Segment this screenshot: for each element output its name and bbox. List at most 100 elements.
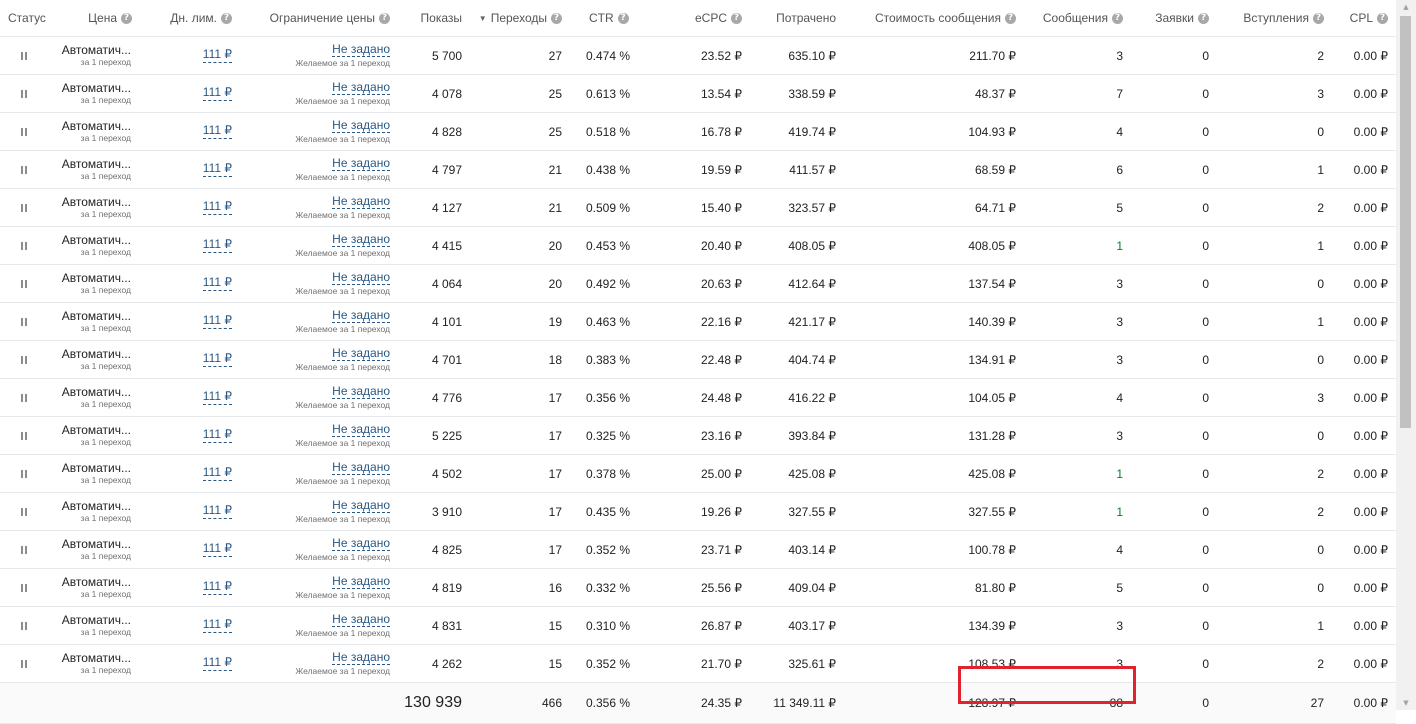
table-row[interactable]: Автоматич... за 1 переход 111 ₽ Не задано Же… (0, 455, 1396, 493)
help-icon[interactable]: ? (1198, 12, 1209, 24)
header-requests[interactable]: Заявки ? (1123, 0, 1209, 36)
daily-limit-link[interactable]: 111 ₽ (202, 428, 232, 443)
header-spent[interactable]: Потрачено (742, 0, 836, 36)
header-joins[interactable]: Вступления ? (1209, 0, 1324, 36)
daily-limit-link[interactable]: 111 ₽ (202, 124, 232, 139)
daily-limit-link[interactable]: 111 ₽ (202, 48, 232, 63)
price-limit-link[interactable]: Не задано (332, 118, 390, 134)
status-cell[interactable] (21, 37, 41, 74)
price-limit-link[interactable]: Не задано (332, 270, 390, 286)
pause-icon[interactable] (21, 317, 27, 326)
pause-icon[interactable] (21, 583, 27, 592)
header-cpl[interactable]: CPL ? (1324, 0, 1388, 36)
help-icon[interactable]: ? (731, 12, 742, 24)
help-icon[interactable]: ? (1112, 12, 1123, 24)
help-icon[interactable]: ? (379, 12, 390, 24)
header-price[interactable]: Цена ? (60, 0, 132, 36)
pause-icon[interactable] (21, 507, 27, 516)
table-row[interactable]: Автоматич... за 1 переход 111 ₽ Не задано Же… (0, 37, 1396, 75)
price-limit-link[interactable]: Не задано (332, 612, 390, 628)
price-limit-link[interactable]: Не задано (332, 232, 390, 248)
table-row[interactable]: Автоматич... за 1 переход 111 ₽ Не задано Же… (0, 227, 1396, 265)
table-row[interactable]: Автоматич... за 1 переход 111 ₽ Не задано Же… (0, 569, 1396, 607)
price-limit-link[interactable]: Не задано (332, 650, 390, 666)
pause-icon[interactable] (21, 51, 27, 60)
scroll-up-icon[interactable]: ▲ (1396, 0, 1416, 14)
help-icon[interactable]: ? (617, 12, 629, 24)
daily-limit-link[interactable]: 111 ₽ (202, 200, 232, 215)
status-cell[interactable] (21, 341, 41, 378)
table-row[interactable]: Автоматич... за 1 переход 111 ₽ Не задано Же… (0, 265, 1396, 303)
status-cell[interactable] (21, 151, 41, 188)
status-cell[interactable] (21, 113, 41, 150)
pause-icon[interactable] (21, 431, 27, 440)
help-icon[interactable]: ? (1377, 12, 1388, 24)
status-cell[interactable] (21, 379, 41, 416)
daily-limit-link[interactable]: 111 ₽ (202, 504, 232, 519)
status-cell[interactable] (21, 303, 41, 340)
status-cell[interactable] (21, 455, 41, 492)
pause-icon[interactable] (21, 127, 27, 136)
pause-icon[interactable] (21, 621, 27, 630)
header-message-cost[interactable]: Стоимость сообщения ? (836, 0, 1016, 36)
scroll-down-icon[interactable]: ▼ (1396, 696, 1416, 710)
pause-icon[interactable] (21, 279, 27, 288)
table-row[interactable]: Автоматич... за 1 переход 111 ₽ Не задано Же… (0, 341, 1396, 379)
table-row[interactable]: Автоматич... за 1 переход 111 ₽ Не задано Же… (0, 417, 1396, 455)
daily-limit-link[interactable]: 111 ₽ (202, 656, 232, 671)
price-limit-link[interactable]: Не задано (332, 536, 390, 552)
status-cell[interactable] (21, 493, 41, 530)
daily-limit-link[interactable]: 111 ₽ (202, 352, 232, 367)
header-clicks[interactable]: ▼ Переходы ? (462, 0, 562, 36)
pause-icon[interactable] (21, 89, 27, 98)
price-limit-link[interactable]: Не задано (332, 308, 390, 324)
daily-limit-link[interactable]: 111 ₽ (202, 86, 232, 101)
daily-limit-link[interactable]: 111 ₽ (202, 390, 232, 405)
table-row[interactable]: Автоматич... за 1 переход 111 ₽ Не задано Же… (0, 189, 1396, 227)
help-icon[interactable]: ? (221, 12, 232, 24)
help-icon[interactable]: ? (551, 12, 562, 24)
pause-icon[interactable] (21, 393, 27, 402)
daily-limit-link[interactable]: 111 ₽ (202, 580, 232, 595)
header-impressions[interactable]: Показы (390, 0, 462, 36)
daily-limit-link[interactable]: 111 ₽ (202, 238, 232, 253)
daily-limit-link[interactable]: 111 ₽ (202, 314, 232, 329)
table-row[interactable]: Автоматич... за 1 переход 111 ₽ Не задано Же… (0, 607, 1396, 645)
price-limit-link[interactable]: Не задано (332, 460, 390, 476)
status-cell[interactable] (21, 607, 41, 644)
price-limit-link[interactable]: Не задано (332, 422, 390, 438)
status-cell[interactable] (21, 645, 41, 682)
status-cell[interactable] (21, 417, 41, 454)
help-icon[interactable]: ? (1313, 12, 1324, 24)
status-cell[interactable] (21, 227, 41, 264)
daily-limit-link[interactable]: 111 ₽ (202, 542, 232, 557)
table-row[interactable]: Автоматич... за 1 переход 111 ₽ Не задано Же… (0, 151, 1396, 189)
table-row[interactable]: Автоматич... за 1 переход 111 ₽ Не задано Же… (0, 303, 1396, 341)
pause-icon[interactable] (21, 355, 27, 364)
status-cell[interactable] (21, 75, 41, 112)
price-limit-link[interactable]: Не задано (332, 80, 390, 96)
header-status[interactable]: Статус (8, 0, 58, 36)
header-messages[interactable]: Сообщения ? (1016, 0, 1123, 36)
help-icon[interactable]: ? (1005, 12, 1016, 24)
status-cell[interactable] (21, 265, 41, 302)
price-limit-link[interactable]: Не задано (332, 42, 390, 58)
header-price-limit[interactable]: Ограничение цены ? (240, 0, 390, 36)
price-limit-link[interactable]: Не задано (332, 194, 390, 210)
pause-icon[interactable] (21, 165, 27, 174)
pause-icon[interactable] (21, 469, 27, 478)
daily-limit-link[interactable]: 111 ₽ (202, 162, 232, 177)
table-row[interactable]: Автоматич... за 1 переход 111 ₽ Не задано Же… (0, 645, 1396, 683)
table-row[interactable]: Автоматич... за 1 переход 111 ₽ Не задано Же… (0, 379, 1396, 417)
pause-icon[interactable] (21, 203, 27, 212)
scrollbar-thumb[interactable] (1400, 16, 1411, 428)
status-cell[interactable] (21, 189, 41, 226)
header-ctr[interactable]: CTR ? (589, 0, 649, 36)
table-row[interactable]: Автоматич... за 1 переход 111 ₽ Не задано Же… (0, 75, 1396, 113)
daily-limit-link[interactable]: 111 ₽ (202, 618, 232, 633)
daily-limit-link[interactable]: 111 ₽ (202, 276, 232, 291)
table-row[interactable]: Автоматич... за 1 переход 111 ₽ Не задано Же… (0, 531, 1396, 569)
table-row[interactable]: Автоматич... за 1 переход 111 ₽ Не задано Же… (0, 493, 1396, 531)
price-limit-link[interactable]: Не задано (332, 346, 390, 362)
table-row[interactable]: Автоматич... за 1 переход 111 ₽ Не задано Же… (0, 113, 1396, 151)
